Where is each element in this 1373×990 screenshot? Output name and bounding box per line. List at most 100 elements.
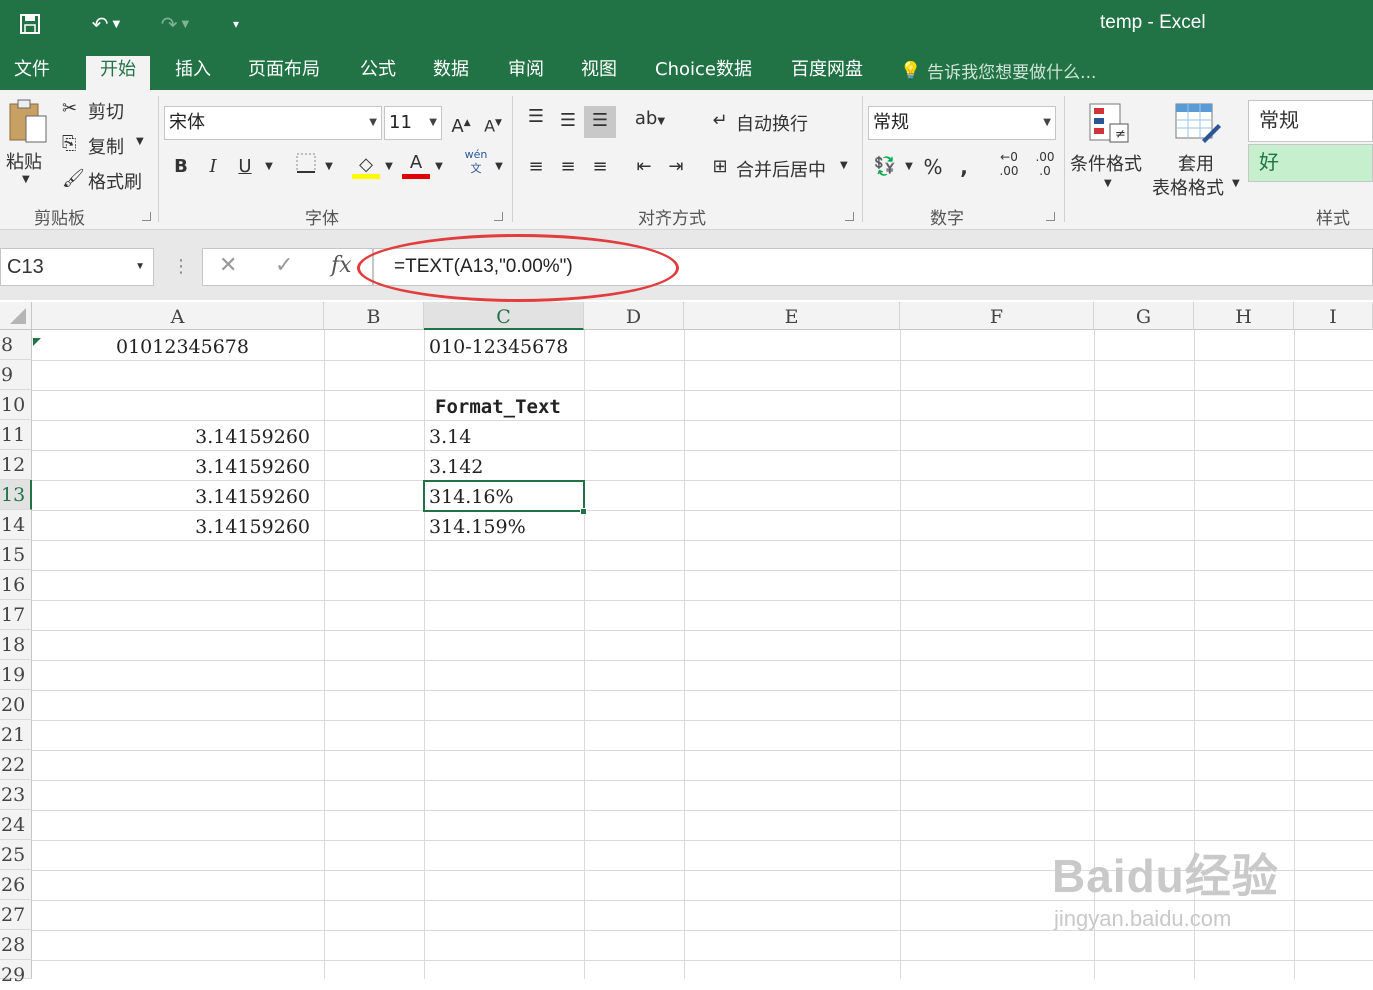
tell-me-box[interactable]: 💡 告诉我您想要做什么... — [900, 58, 1096, 84]
column-header-b[interactable]: B — [324, 302, 424, 330]
row-header[interactable]: 18 — [0, 630, 32, 660]
font-size-select[interactable]: 11 ▼ — [384, 106, 442, 140]
orientation-icon[interactable]: ab▼ — [630, 104, 670, 137]
cell-a11[interactable]: 3.14159260 — [36, 422, 310, 452]
merge-center-button[interactable]: 合并后居中 — [736, 156, 826, 182]
column-header-e[interactable]: E — [684, 302, 900, 330]
comma-style-button[interactable]: , — [952, 152, 976, 182]
underline-button[interactable]: U — [234, 152, 256, 182]
align-right-icon[interactable]: ≡ — [586, 152, 614, 182]
paste-dropdown-icon[interactable]: ▼ — [22, 174, 30, 185]
paste-button[interactable]: 粘贴 — [6, 148, 42, 174]
fill-color-icon[interactable]: ◇ — [352, 150, 380, 179]
tab-file[interactable]: 文件 — [0, 56, 64, 90]
row-header[interactable]: 15 — [0, 540, 32, 570]
column-header-f[interactable]: F — [900, 302, 1094, 330]
cell-c14[interactable]: 314.159% — [429, 512, 526, 542]
bold-button[interactable]: B — [170, 152, 192, 182]
row-header[interactable]: 16 — [0, 570, 32, 600]
copy-dropdown-icon[interactable]: ▼ — [136, 136, 144, 147]
cell-c12[interactable]: 3.142 — [429, 452, 483, 482]
select-all-corner[interactable] — [0, 302, 32, 330]
error-indicator-icon[interactable] — [33, 331, 41, 350]
more-handle-icon[interactable]: ⋮ — [172, 256, 190, 277]
row-header[interactable]: 27 — [0, 900, 32, 930]
underline-dropdown-icon[interactable]: ▼ — [262, 152, 276, 182]
cell-c11[interactable]: 3.14 — [429, 422, 471, 452]
decrease-decimal-button[interactable]: .00.0 — [1028, 150, 1062, 178]
name-box[interactable]: C13 ▼ — [0, 248, 154, 286]
number-launcher-icon[interactable] — [1046, 212, 1055, 221]
fill-handle[interactable] — [580, 508, 587, 515]
row-header[interactable]: 21 — [0, 720, 32, 750]
row-header[interactable]: 19 — [0, 660, 32, 690]
format-as-table-button[interactable]: 表格格式 — [1152, 174, 1224, 200]
alignment-launcher-icon[interactable] — [845, 212, 854, 221]
italic-button[interactable]: I — [202, 152, 224, 182]
tab-insert[interactable]: 插入 — [161, 56, 225, 90]
cancel-icon[interactable]: ✕ — [219, 253, 237, 278]
cell-a8[interactable]: 01012345678 — [116, 332, 249, 362]
phonetic-dropdown-icon[interactable]: ▼ — [492, 152, 506, 182]
row-header[interactable]: 12 — [0, 450, 32, 480]
tab-page-layout[interactable]: 页面布局 — [234, 56, 334, 90]
row-header[interactable]: 22 — [0, 750, 32, 780]
increase-decimal-button[interactable]: ←0.00 — [992, 150, 1026, 178]
column-header-h[interactable]: H — [1194, 302, 1294, 330]
tab-view[interactable]: 视图 — [567, 56, 631, 90]
format-as-table-label-1[interactable]: 套用 — [1178, 150, 1214, 176]
row-header[interactable]: 14 — [0, 510, 32, 540]
row-header[interactable]: 10 — [0, 390, 32, 420]
font-name-select[interactable]: 宋体 ▼ — [164, 106, 382, 140]
align-center-icon[interactable]: ≡ — [554, 152, 582, 182]
tab-choice[interactable]: Choice数据 — [641, 56, 766, 90]
format-painter-button[interactable]: 格式刷 — [88, 168, 142, 194]
tab-review[interactable]: 审阅 — [494, 56, 558, 90]
cell-c10[interactable]: Format_Text — [435, 392, 561, 422]
merge-dropdown-icon[interactable]: ▼ — [840, 160, 848, 171]
accounting-format-icon[interactable]: 💱 — [870, 152, 900, 182]
insert-function-icon[interactable]: fx — [331, 253, 352, 278]
align-left-icon[interactable]: ≡ — [522, 152, 550, 182]
percent-style-button[interactable]: % — [920, 152, 946, 182]
shrink-font-button[interactable]: A▼ — [482, 108, 504, 141]
cell-a13[interactable]: 3.14159260 — [36, 482, 310, 512]
cell-a12[interactable]: 3.14159260 — [36, 452, 310, 482]
cut-button[interactable]: 剪切 — [88, 98, 124, 124]
table-format-dropdown-icon[interactable]: ▼ — [1232, 178, 1240, 189]
row-header-selected[interactable]: 13 — [0, 480, 32, 510]
phonetic-guide-button[interactable]: wén 文 — [462, 148, 490, 176]
row-header[interactable]: 25 — [0, 840, 32, 870]
tab-home[interactable]: 开始 — [86, 56, 150, 90]
tab-baidu-pan[interactable]: 百度网盘 — [777, 56, 877, 90]
column-header-d[interactable]: D — [584, 302, 684, 330]
borders-icon[interactable] — [292, 152, 320, 184]
align-top-icon[interactable]: ☰ — [522, 102, 550, 132]
grow-font-button[interactable]: A▲ — [450, 108, 472, 142]
undo-icon[interactable]: ↶ ▼ — [80, 8, 132, 40]
customize-qat-icon[interactable]: ▾ — [226, 8, 246, 40]
row-header[interactable]: 24 — [0, 810, 32, 840]
decrease-indent-icon[interactable]: ⇤ — [630, 152, 658, 182]
number-format-select[interactable]: 常规 ▼ — [868, 106, 1056, 140]
column-header-a[interactable]: A — [32, 302, 324, 330]
column-header-c[interactable]: C — [424, 302, 584, 330]
row-header[interactable]: 28 — [0, 930, 32, 960]
save-icon[interactable] — [14, 8, 46, 40]
row-header[interactable]: 23 — [0, 780, 32, 810]
accounting-dropdown-icon[interactable]: ▼ — [902, 152, 916, 182]
copy-button[interactable]: 复制 — [88, 133, 124, 159]
tab-formulas[interactable]: 公式 — [346, 56, 410, 90]
cell-a14[interactable]: 3.14159260 — [36, 512, 310, 542]
borders-dropdown-icon[interactable]: ▼ — [322, 152, 336, 182]
row-header[interactable]: 26 — [0, 870, 32, 900]
font-launcher-icon[interactable] — [494, 212, 503, 221]
row-header[interactable]: 11 — [0, 420, 32, 450]
fill-color-dropdown-icon[interactable]: ▼ — [382, 152, 396, 182]
column-header-g[interactable]: G — [1094, 302, 1194, 330]
tab-data[interactable]: 数据 — [419, 56, 483, 90]
row-header[interactable]: 20 — [0, 690, 32, 720]
align-middle-icon[interactable]: ☰ — [554, 106, 582, 136]
conditional-formatting-button[interactable]: 条件格式 — [1070, 150, 1142, 176]
font-color-dropdown-icon[interactable]: ▼ — [432, 152, 446, 182]
